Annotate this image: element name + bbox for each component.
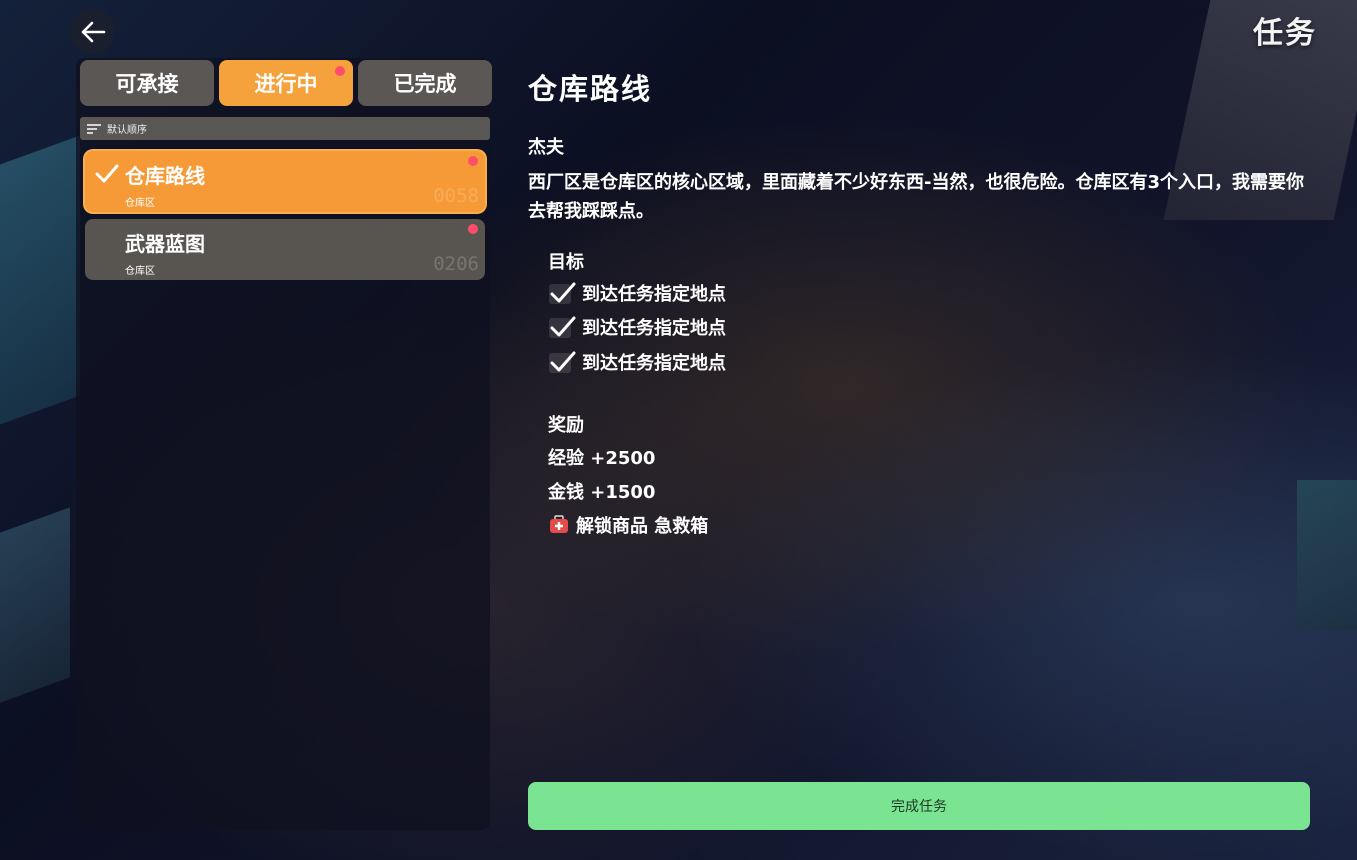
reward-text: 经验 +2500 [548,448,656,469]
reward-item: 金钱 +1500 [548,478,655,504]
tab-label: 已完成 [393,72,457,96]
quest-name: 仓库路线 [125,164,205,188]
npc-name: 杰夫 [528,137,564,158]
quest-name: 武器蓝图 [125,232,205,256]
reward-text: 金钱 +1500 [548,482,656,503]
objective-item: 到达任务指定地点 [548,280,726,306]
notification-dot [468,156,478,166]
quest-tabs: 可承接 进行中 已完成 [80,60,492,106]
complete-quest-label: 完成任务 [891,799,947,815]
objective-text: 到达任务指定地点 [582,318,726,339]
quest-description: 西厂区是仓库区的核心区域，里面藏着不少好东西-当然，也很危险。仓库区有3个入口，… [528,172,1304,222]
reward-item: 经验 +2500 [548,444,655,470]
sort-icon [87,123,101,134]
back-button[interactable] [70,9,115,54]
notification-dot [468,224,478,234]
tab-completed[interactable]: 已完成 [358,60,492,106]
check-icon [549,316,576,338]
quest-area: 仓库区 [125,198,155,209]
background-building [0,507,70,703]
quest-list-item[interactable]: 仓库路线 仓库区 0058 [85,151,485,212]
quest-list-item[interactable]: 武器蓝图 仓库区 0206 [85,219,485,280]
tab-available[interactable]: 可承接 [80,60,214,106]
sort-label: 默认顺序 [107,125,147,136]
tab-label: 进行中 [254,72,318,96]
reward-text: 解锁商品 急救箱 [576,516,709,537]
quest-number: 0206 [433,253,479,275]
complete-quest-button[interactable]: 完成任务 [528,782,1310,830]
notification-dot [335,66,345,76]
objective-item: 到达任务指定地点 [548,349,726,375]
quest-title: 仓库路线 [528,72,653,106]
objective-text: 到达任务指定地点 [582,284,726,305]
sort-dropdown[interactable]: 默认顺序 [80,117,490,140]
objectives-label: 目标 [548,252,584,273]
first-aid-kit-icon [550,515,568,533]
quest-area: 仓库区 [125,266,155,277]
background-building [1297,480,1357,630]
objective-text: 到达任务指定地点 [582,353,726,374]
tab-in-progress[interactable]: 进行中 [219,60,353,106]
quest-number: 0058 [433,185,479,207]
check-icon [549,282,576,304]
page-title: 任务 [1253,16,1317,51]
objective-item: 到达任务指定地点 [548,314,726,340]
quest-list-panel: 可承接 进行中 已完成 默认顺序 仓库路线 仓库区 0058 武器蓝图 仓库区 … [76,58,492,830]
check-icon [95,164,119,183]
arrow-left-icon [81,21,105,42]
check-icon [549,351,576,373]
rewards-label: 奖励 [548,415,584,436]
reward-item: 解锁商品 急救箱 [548,512,708,538]
tab-label: 可承接 [115,72,179,96]
background-building [0,135,80,425]
